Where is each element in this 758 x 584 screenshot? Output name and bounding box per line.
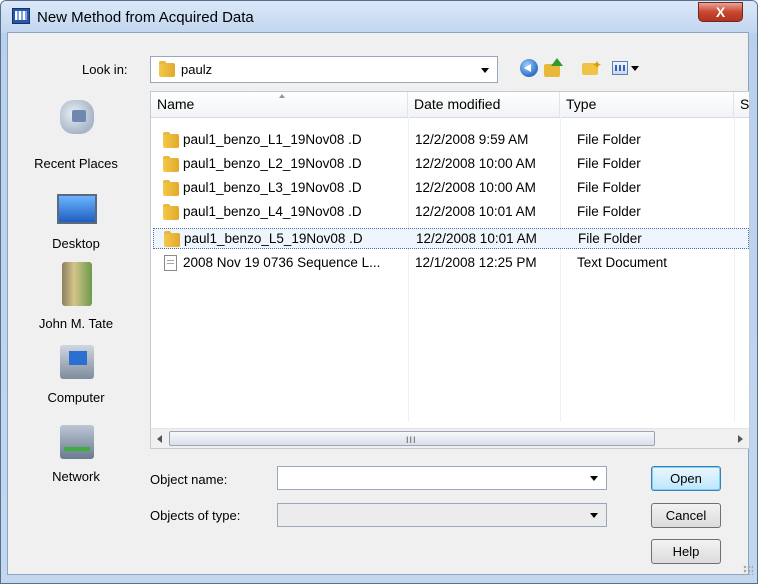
user-folder-icon xyxy=(62,262,92,306)
scroll-right-icon[interactable] xyxy=(731,429,749,448)
recent-places-icon xyxy=(60,100,94,134)
look-in-combobox[interactable]: paulz xyxy=(150,56,498,83)
folder-icon xyxy=(164,231,180,247)
folder-icon xyxy=(163,132,179,148)
up-folder-icon[interactable] xyxy=(544,58,564,78)
object-name-field[interactable] xyxy=(277,466,607,490)
folder-icon xyxy=(163,156,179,172)
scrollbar-grip: III xyxy=(406,435,417,445)
cancel-button[interactable]: Cancel xyxy=(651,503,721,528)
desktop-icon xyxy=(57,194,97,224)
computer-icon xyxy=(60,345,94,379)
file-date: 12/2/2008 10:00 AM xyxy=(415,180,536,195)
file-type: File Folder xyxy=(577,180,641,195)
scroll-left-icon[interactable] xyxy=(151,429,169,448)
table-row[interactable]: paul1_benzo_L1_19Nov08 .D 12/2/2008 9:59… xyxy=(153,130,749,151)
place-label: John M. Tate xyxy=(38,316,114,331)
place-label: Computer xyxy=(47,390,105,405)
help-button[interactable]: Help xyxy=(651,539,721,564)
place-computer[interactable]: Computer xyxy=(8,345,144,415)
file-name: paul1_benzo_L1_19Nov08 .D xyxy=(183,132,362,147)
column-header-type[interactable]: Type xyxy=(560,92,734,117)
back-icon[interactable] xyxy=(520,59,538,77)
place-label: Network xyxy=(52,469,100,484)
place-desktop[interactable]: Desktop xyxy=(8,190,144,260)
folder-icon xyxy=(159,61,175,77)
place-network[interactable]: Network xyxy=(8,425,144,495)
place-label: Desktop xyxy=(52,236,100,251)
table-row-selected[interactable]: paul1_benzo_L5_19Nov08 .D 12/2/2008 10:0… xyxy=(153,228,749,249)
file-type: File Folder xyxy=(577,156,641,171)
file-name: paul1_benzo_L3_19Nov08 .D xyxy=(183,180,362,195)
network-icon xyxy=(60,425,94,459)
table-row[interactable]: 2008 Nov 19 0736 Sequence L... 12/1/2008… xyxy=(153,253,749,274)
file-name: 2008 Nov 19 0736 Sequence L... xyxy=(183,255,381,270)
new-folder-icon[interactable]: ✦ xyxy=(582,58,602,76)
file-type: File Folder xyxy=(577,132,641,147)
horizontal-scrollbar[interactable]: III xyxy=(151,428,749,448)
file-name: paul1_benzo_L4_19Nov08 .D xyxy=(183,204,362,219)
places-bar: Recent Places Desktop John M. Tate Compu… xyxy=(8,90,144,550)
place-user[interactable]: John M. Tate xyxy=(8,262,144,332)
column-header-date-modified[interactable]: Date modified xyxy=(408,92,560,117)
chevron-down-icon[interactable] xyxy=(590,476,598,481)
folder-icon xyxy=(163,180,179,196)
file-type: Text Document xyxy=(577,255,668,270)
file-name: paul1_benzo_L2_19Nov08 .D xyxy=(183,156,362,171)
object-name-label: Object name: xyxy=(150,472,228,487)
file-type: File Folder xyxy=(577,204,641,219)
text-document-icon xyxy=(164,255,177,271)
place-recent-places[interactable]: Recent Places xyxy=(8,100,144,171)
view-menu-icon[interactable] xyxy=(612,60,640,76)
file-date: 12/2/2008 10:01 AM xyxy=(415,204,536,219)
title-bar[interactable]: New Method from Acquired Data X xyxy=(1,1,757,33)
table-row[interactable]: paul1_benzo_L3_19Nov08 .D 12/2/2008 10:0… xyxy=(153,178,749,199)
look-in-value: paulz xyxy=(181,62,213,77)
file-date: 12/2/2008 10:01 AM xyxy=(416,231,537,246)
table-row[interactable]: paul1_benzo_L4_19Nov08 .D 12/2/2008 10:0… xyxy=(153,202,749,223)
look-in-label: Look in: xyxy=(82,62,128,77)
window-title: New Method from Acquired Data xyxy=(37,9,254,26)
table-row[interactable]: paul1_benzo_L2_19Nov08 .D 12/2/2008 10:0… xyxy=(153,154,749,175)
place-label: Recent Places xyxy=(34,156,118,171)
column-header-size[interactable]: Si xyxy=(734,92,749,117)
close-button[interactable]: X xyxy=(698,2,743,22)
sort-ascending-icon xyxy=(279,94,285,98)
objects-of-type-label: Objects of type: xyxy=(150,508,241,523)
folder-icon xyxy=(163,204,179,220)
file-date: 12/2/2008 9:59 AM xyxy=(415,132,529,147)
app-icon xyxy=(12,8,30,24)
list-header: Name Date modified Type Si xyxy=(151,92,749,118)
open-button[interactable]: Open xyxy=(651,466,721,491)
objects-of-type-select[interactable] xyxy=(277,503,607,527)
resize-grip-icon[interactable] xyxy=(743,565,753,575)
file-type: File Folder xyxy=(578,231,642,246)
column-header-name[interactable]: Name xyxy=(151,92,408,117)
file-date: 12/1/2008 12:25 PM xyxy=(415,255,537,270)
chevron-down-icon[interactable] xyxy=(590,513,598,518)
scrollbar-thumb[interactable]: III xyxy=(169,431,655,446)
chevron-down-icon[interactable] xyxy=(481,68,489,73)
file-date: 12/2/2008 10:00 AM xyxy=(415,156,536,171)
file-list[interactable]: Name Date modified Type Si paul1_benzo_L… xyxy=(150,91,750,449)
file-name: paul1_benzo_L5_19Nov08 .D xyxy=(184,231,363,246)
